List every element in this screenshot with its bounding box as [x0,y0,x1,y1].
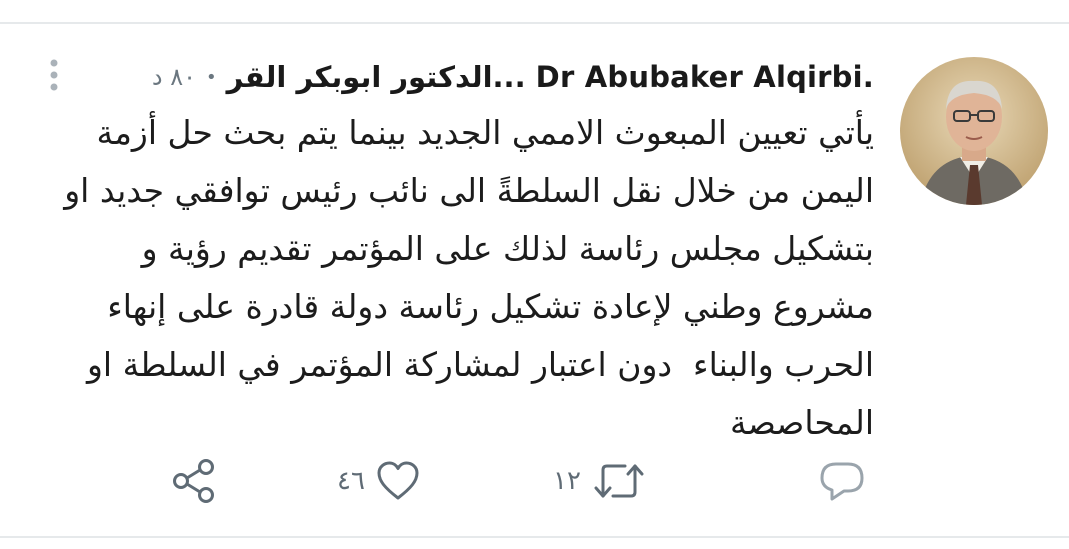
separator-dot: • [206,66,217,88]
avatar[interactable] [900,57,1048,205]
reply-icon [818,458,866,504]
tweet-text: يأتي تعيين المبعوث الاممي الجديد بينما ي… [53,113,874,442]
display-name[interactable]: الدكتور ابوبكر القر... Dr Abubaker Alqir… [227,60,874,94]
share-icon [170,458,218,504]
more-vertical-icon[interactable] [44,58,64,94]
like-count: ٤٦ [337,466,365,496]
heart-icon [375,460,421,502]
retweet-icon [591,460,647,502]
reply-button[interactable] [818,458,866,504]
top-divider [0,22,1069,24]
timestamp: ٨٠ د [151,63,196,91]
like-button[interactable]: ٤٦ [337,458,421,504]
share-button[interactable] [170,458,218,504]
retweet-count: ١٢ [553,466,581,496]
retweet-button[interactable]: ١٢ [553,458,647,504]
tweet-header: ٨٠ د • الدكتور ابوبكر القر... Dr Abubake… [152,54,874,100]
bottom-divider [0,536,1069,538]
